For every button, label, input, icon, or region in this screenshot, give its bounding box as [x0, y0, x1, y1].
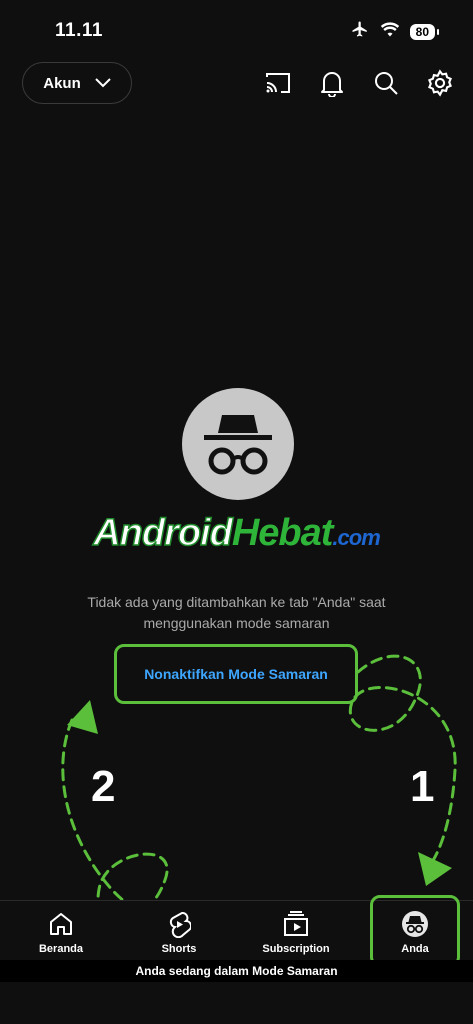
disable-incognito-button[interactable]: Nonaktifkan Mode Samaran — [114, 644, 358, 704]
wifi-icon — [380, 21, 400, 42]
nav-item-you[interactable]: Anda — [368, 901, 462, 961]
incognito-icon — [182, 388, 294, 500]
watermark-logo: AndroidHebat.com — [0, 511, 473, 555]
nav-item-home[interactable]: Beranda — [14, 901, 108, 961]
airplane-icon — [350, 20, 370, 43]
battery-indicator: 80 — [409, 23, 440, 40]
home-indicator-area — [0, 982, 473, 1024]
arrow-head-2 — [67, 700, 98, 734]
empty-state-line-2: menggunakan mode samaran — [143, 615, 330, 631]
account-switcher-button[interactable]: Akun — [22, 62, 132, 104]
search-icon[interactable] — [371, 66, 401, 100]
cast-icon[interactable] — [263, 66, 293, 100]
step-number-2: 2 — [91, 762, 116, 811]
shorts-icon — [167, 909, 191, 939]
incognito-avatar-icon — [401, 909, 429, 939]
account-label: Akun — [43, 74, 81, 92]
arrow-head-1 — [418, 852, 452, 886]
nav-label-you: Anda — [401, 943, 429, 955]
top-toolbar — [263, 66, 455, 100]
empty-state-message: Tidak ada yang ditambahkan ke tab "Anda"… — [40, 592, 433, 634]
incognito-status-banner: Anda sedang dalam Mode Samaran — [0, 960, 473, 982]
gear-icon[interactable] — [425, 66, 455, 100]
subscriptions-icon — [282, 909, 310, 939]
watermark-part-android: Android — [92, 511, 233, 555]
nav-label-subscriptions: Subscription — [262, 943, 330, 955]
bell-icon[interactable] — [317, 66, 347, 100]
empty-state-line-1: Tidak ada yang ditambahkan ke tab "Anda"… — [87, 594, 386, 610]
step-number-1: 1 — [410, 762, 435, 811]
home-icon — [48, 909, 74, 939]
status-bar: 11.11 80 — [0, 0, 473, 60]
status-icons: 80 — [350, 20, 440, 43]
nav-item-shorts[interactable]: Shorts — [132, 901, 226, 961]
watermark-part-com: .com — [332, 525, 380, 550]
chevron-down-icon — [95, 75, 111, 92]
watermark-part-hebat: Hebat — [231, 512, 334, 554]
nav-label-home: Beranda — [38, 943, 84, 955]
status-time: 11.11 — [55, 20, 103, 41]
nav-item-subscriptions[interactable]: Subscription — [249, 901, 343, 961]
nav-label-shorts: Shorts — [161, 943, 197, 955]
bottom-navigation: Beranda Shorts Subscription Anda — [0, 900, 473, 961]
